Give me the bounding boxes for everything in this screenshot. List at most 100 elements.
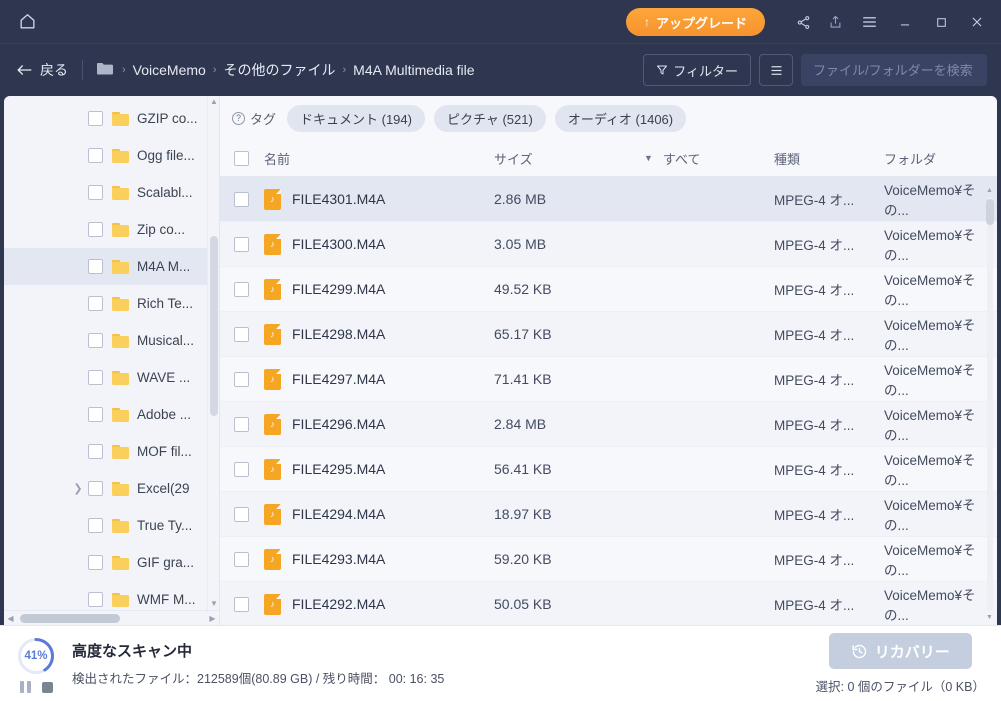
sidebar-horizontal-scrollbar[interactable]: ◀ ▶ — [4, 610, 219, 625]
table-row[interactable]: ♪ FILE4300.M4A 3.05 MB MPEG-4 オ... VoiceMemo… — [220, 222, 997, 267]
question-mark-icon[interactable]: ? — [232, 111, 245, 125]
scroll-down-arrow-icon[interactable]: ▼ — [984, 612, 995, 623]
table-row[interactable]: ♪ FILE4298.M4A 65.17 KB MPEG-4 オ... VoiceMem… — [220, 312, 997, 357]
filter-all-dropdown[interactable]: ▼ すべて — [644, 149, 774, 168]
sidebar-item-checkbox[interactable] — [88, 148, 103, 163]
scrollbar-thumb[interactable] — [986, 199, 994, 225]
scroll-right-arrow-icon[interactable]: ▶ — [206, 614, 219, 623]
sidebar-item-checkbox[interactable] — [88, 407, 103, 422]
breadcrumb-item-0[interactable]: › VoiceMemo — [97, 62, 206, 78]
scroll-up-arrow-icon[interactable]: ▲ — [208, 96, 219, 108]
sidebar-item[interactable]: Rich Te... — [4, 285, 219, 322]
scroll-down-arrow-icon[interactable]: ▼ — [208, 598, 219, 610]
table-row[interactable]: ♪ FILE4295.M4A 56.41 KB MPEG-4 オ... VoiceMem… — [220, 447, 997, 492]
hscroll-thumb[interactable] — [20, 613, 121, 623]
row-checkbox[interactable] — [234, 371, 264, 387]
sidebar-item[interactable]: Musical... — [4, 322, 219, 359]
row-checkbox[interactable] — [234, 191, 264, 207]
search-input[interactable] — [813, 62, 989, 78]
sidebar-item[interactable]: WAVE ... — [4, 359, 219, 396]
table-row[interactable]: ♪ FILE4294.M4A 18.97 KB MPEG-4 オ... VoiceMem… — [220, 492, 997, 537]
audio-file-icon: ♪ — [264, 233, 281, 255]
sidebar-item-checkbox[interactable] — [88, 111, 103, 126]
sidebar-item[interactable]: M4A M... — [4, 248, 219, 285]
column-header-type[interactable]: 種類 — [774, 149, 884, 168]
sidebar-item[interactable]: Adobe ... — [4, 396, 219, 433]
table-row[interactable]: ♪ FILE4293.M4A 59.20 KB MPEG-4 オ... VoiceMem… — [220, 537, 997, 582]
scrollbar-track[interactable] — [987, 197, 993, 611]
sidebar-item-checkbox[interactable] — [88, 592, 103, 607]
sidebar-item-checkbox[interactable] — [88, 518, 103, 533]
tag-chip-pictures[interactable]: ピクチャ (521) — [433, 104, 546, 132]
view-mode-button[interactable] — [759, 54, 793, 86]
sidebar-item-checkbox[interactable] — [88, 222, 103, 237]
column-header-folder[interactable]: フォルダ — [884, 149, 997, 168]
tag-chip-documents[interactable]: ドキュメント (194) — [287, 104, 425, 132]
scroll-left-arrow-icon[interactable]: ◀ — [4, 614, 17, 623]
pause-button[interactable] — [19, 681, 31, 693]
tag-bar: ? タグ ドキュメント (194) ピクチャ (521) オーディオ (1406… — [220, 96, 997, 140]
share-button[interactable] — [787, 0, 819, 44]
row-checkbox[interactable] — [234, 506, 264, 522]
sidebar-item-checkbox[interactable] — [88, 333, 103, 348]
row-checkbox[interactable] — [234, 461, 264, 477]
scroll-up-arrow-icon[interactable]: ▲ — [984, 185, 995, 196]
recover-button[interactable]: リカバリー — [828, 633, 972, 669]
menu-button[interactable] — [851, 0, 887, 44]
sidebar-scroll-area[interactable]: GZIP co... Ogg file... Scalabl... Zip co...… — [4, 96, 219, 610]
home-button[interactable] — [0, 0, 54, 44]
row-checkbox[interactable] — [234, 326, 264, 342]
select-all-checkbox[interactable] — [234, 150, 264, 166]
file-rows-container: ♪ FILE4301.M4A 2.86 MB MPEG-4 オ... VoiceMemo… — [220, 177, 997, 625]
tag-chip-audio[interactable]: オーディオ (1406) — [554, 104, 687, 132]
column-header-size[interactable]: サイズ — [494, 149, 644, 168]
search-box[interactable] — [801, 54, 989, 86]
row-checkbox[interactable] — [234, 416, 264, 432]
row-checkbox[interactable] — [234, 236, 264, 252]
filter-button[interactable]: フィルター — [643, 54, 751, 86]
minimize-button[interactable] — [887, 0, 923, 44]
stop-button[interactable] — [41, 681, 53, 693]
table-row[interactable]: ♪ FILE4299.M4A 49.52 KB MPEG-4 オ... VoiceMem… — [220, 267, 997, 312]
file-list-scrollbar[interactable]: ▲ ▼ — [984, 177, 995, 625]
sidebar-item-checkbox[interactable] — [88, 444, 103, 459]
sidebar-item[interactable]: GIF gra... — [4, 544, 219, 581]
sidebar-item-checkbox[interactable] — [88, 259, 103, 274]
hscroll-track[interactable] — [17, 611, 206, 626]
breadcrumb-item-2[interactable]: › M4A Multimedia file — [336, 62, 475, 78]
table-row[interactable]: ♪ FILE4297.M4A 71.41 KB MPEG-4 オ... VoiceMem… — [220, 357, 997, 402]
sidebar-item[interactable]: ❯ Excel(29 — [4, 470, 219, 507]
sidebar-item[interactable]: MOF fil... — [4, 433, 219, 470]
row-checkbox[interactable] — [234, 281, 264, 297]
sidebar-item-checkbox[interactable] — [88, 185, 103, 200]
table-row[interactable]: ♪ FILE4301.M4A 2.86 MB MPEG-4 オ... VoiceMemo… — [220, 177, 997, 222]
table-row[interactable]: ♪ FILE4296.M4A 2.84 MB MPEG-4 オ... VoiceMemo… — [220, 402, 997, 447]
sidebar-item-checkbox[interactable] — [88, 555, 103, 570]
export-button[interactable] — [819, 0, 851, 44]
table-row[interactable]: ♪ FILE4292.M4A 50.05 KB MPEG-4 オ... VoiceMem… — [220, 582, 997, 625]
sidebar-item[interactable]: GZIP co... — [4, 100, 219, 137]
sidebar-item[interactable]: Scalabl... — [4, 174, 219, 211]
scrollbar-thumb[interactable] — [210, 236, 218, 416]
expand-chevron-icon[interactable]: ❯ — [72, 482, 84, 495]
navigation-bar: 戻る › VoiceMemo › その他のファイル › M4A Multimed… — [0, 44, 1001, 96]
file-folder-cell: VoiceMemo¥その... — [884, 453, 976, 488]
sidebar-item-checkbox[interactable] — [88, 481, 103, 496]
column-header-name[interactable]: 名前 — [264, 149, 494, 168]
row-checkbox[interactable] — [234, 596, 264, 612]
breadcrumb-item-1[interactable]: › その他のファイル — [206, 60, 336, 80]
sidebar-item-checkbox[interactable] — [88, 296, 103, 311]
sidebar-item-checkbox[interactable] — [88, 370, 103, 385]
close-button[interactable] — [959, 0, 995, 44]
sidebar-item[interactable]: WMF M... — [4, 581, 219, 610]
sidebar-vertical-scrollbar[interactable]: ▲ ▼ — [207, 96, 219, 610]
maximize-button[interactable] — [923, 0, 959, 44]
checkbox-box — [234, 191, 249, 207]
sidebar-item[interactable]: Zip co... — [4, 211, 219, 248]
sidebar-item[interactable]: Ogg file... — [4, 137, 219, 174]
sidebar-item[interactable]: True Ty... — [4, 507, 219, 544]
row-checkbox[interactable] — [234, 551, 264, 567]
back-arrow-icon — [17, 65, 32, 75]
back-button[interactable]: 戻る — [16, 60, 82, 80]
upgrade-button[interactable]: ↑ アップグレード — [625, 8, 765, 36]
